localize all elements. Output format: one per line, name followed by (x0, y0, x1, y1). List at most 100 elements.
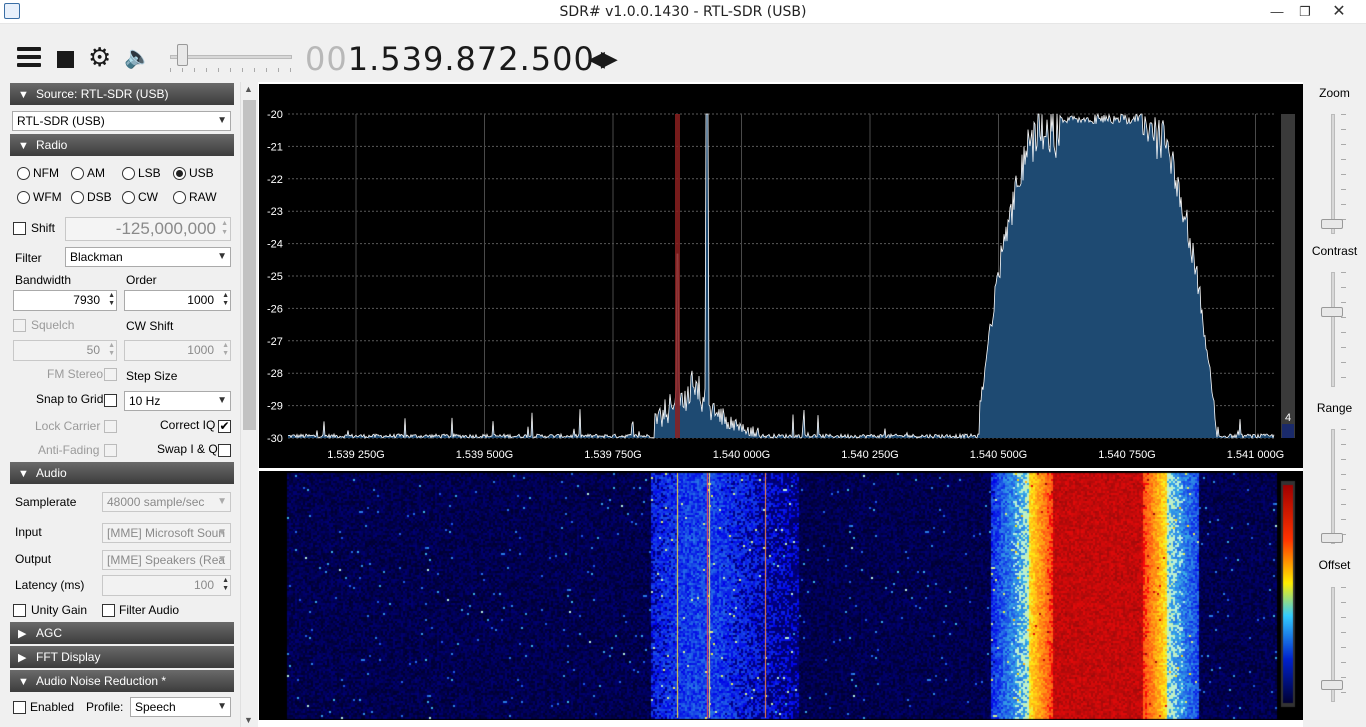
y-tick-label: -30 (267, 433, 283, 445)
samplerate-label: Samplerate (15, 495, 77, 509)
display-controls: Zoom Contrast Range Offset (1303, 82, 1366, 727)
menu-icon[interactable] (17, 47, 41, 71)
latency-input[interactable]: 100 ▲ ▼ (102, 575, 231, 596)
y-tick-label: -27 (267, 336, 283, 348)
x-tick-label: 1.540 000G (713, 449, 771, 461)
range-slider-thumb[interactable] (1321, 533, 1343, 543)
minimize-button[interactable]: — (1262, 2, 1292, 22)
speaker-icon[interactable]: 🔈 (124, 46, 151, 70)
x-tick-label: 1.539 750G (584, 449, 642, 461)
stop-icon[interactable] (57, 51, 74, 68)
toolbar: ⚙ 🔈 001.539.872.500 ◀▶ (0, 24, 1366, 82)
x-tick-label: 1.540 750G (1098, 449, 1156, 461)
contrast-slider-ticks (1341, 272, 1346, 387)
correctiq-checkbox[interactable]: ✔ (218, 420, 231, 433)
collapse-icon: ▼ (18, 676, 29, 688)
contrast-slider-thumb[interactable] (1321, 307, 1343, 317)
order-input[interactable]: 1000 ▲ ▼ (124, 290, 231, 311)
mode-label-am: AM (87, 166, 105, 180)
snap-label: Snap to Grid (36, 392, 104, 406)
x-tick-label: 1.539 500G (456, 449, 514, 461)
noise-enabled-label: Enabled (30, 700, 75, 714)
collapse-icon: ▼ (18, 140, 29, 152)
mode-radio-dsb[interactable] (71, 191, 84, 204)
panel-scrollbar[interactable]: ▲ ▼ (240, 82, 257, 727)
lockcarrier-checkbox[interactable] (104, 420, 117, 433)
scroll-down-icon[interactable]: ▼ (244, 715, 253, 725)
noise-enabled-checkbox[interactable] (13, 701, 26, 714)
shift-label: Shift (31, 221, 56, 235)
x-tick-label: 1.540 250G (841, 449, 899, 461)
output-device-select[interactable]: [MME] Speakers (Rea ▼ (102, 550, 231, 570)
frequency-prefix[interactable]: 00 (305, 40, 348, 78)
y-tick-label: -24 (267, 239, 283, 251)
mode-label-lsb: LSB (138, 166, 161, 180)
shift-checkbox[interactable] (13, 222, 26, 235)
radio-header[interactable]: ▼ Radio (10, 134, 234, 156)
range-slider-track[interactable] (1331, 429, 1335, 544)
waterfall-canvas[interactable] (259, 471, 1303, 720)
y-tick-label: -28 (267, 368, 283, 380)
unity-gain-label: Unity Gain (31, 603, 88, 617)
stepsize-label: Step Size (126, 369, 178, 383)
maximize-button[interactable]: ❐ (1290, 2, 1320, 22)
swapiq-label: Swap I & Q (157, 442, 218, 456)
frequency-arrows-icon[interactable]: ◀▶ (588, 46, 618, 72)
cwshift-input[interactable]: 1000 ▲ ▼ (124, 340, 231, 361)
lockcarrier-label: Lock Carrier (35, 419, 101, 433)
volume-slider-track[interactable] (170, 55, 292, 59)
collapse-icon: ▼ (18, 89, 29, 101)
samplerate-select[interactable]: 48000 sample/sec ▼ (102, 492, 231, 512)
bandwidth-input[interactable]: 7930 ▲ ▼ (13, 290, 117, 311)
mode-label-dsb: DSB (87, 190, 112, 204)
filter-audio-checkbox[interactable] (102, 604, 115, 617)
close-button[interactable]: ✕ (1324, 2, 1354, 22)
gear-icon[interactable]: ⚙ (88, 45, 111, 71)
noise-reduction-header[interactable]: ▼ Audio Noise Reduction * (10, 670, 234, 692)
snap-checkbox[interactable] (104, 394, 117, 407)
control-panel: ▼ Source: RTL-SDR (USB) RTL-SDR (USB) ▼ ▼ R… (0, 82, 258, 727)
source-header[interactable]: ▼ Source: RTL-SDR (USB) (10, 83, 234, 105)
audio-header[interactable]: ▼ Audio (10, 462, 234, 484)
expand-icon: ▶ (18, 628, 27, 640)
spectrum-plot[interactable]: -20 -21 -22 -23 -24 -25 -26 -27 -28 -29 -30 1.539 2… (259, 84, 1303, 468)
mode-label-wfm: WFM (33, 190, 62, 204)
fft-display-header[interactable]: ▶ FFT Display (10, 646, 234, 668)
zoom-slider-thumb[interactable] (1321, 219, 1343, 229)
swapiq-checkbox[interactable] (218, 444, 231, 457)
volume-slider-thumb[interactable] (177, 44, 188, 66)
frequency-value[interactable]: 1.539.872.500 (348, 40, 595, 78)
y-tick-label: -29 (267, 401, 283, 413)
unity-gain-checkbox[interactable] (13, 604, 26, 617)
mode-radio-am[interactable] (71, 167, 84, 180)
mode-radio-nfm[interactable] (17, 167, 30, 180)
mode-label-usb: USB (189, 166, 214, 180)
source-device-select[interactable]: RTL-SDR (USB) ▼ (12, 111, 231, 131)
input-device-select[interactable]: [MME] Microsoft Soun ▼ (102, 523, 231, 543)
agc-header[interactable]: ▶ AGC (10, 622, 234, 644)
output-label: Output (15, 552, 52, 566)
shift-value[interactable]: -125,000,000 ▲ ▼ (65, 217, 231, 241)
fmstereo-checkbox[interactable] (104, 368, 117, 381)
squelch-input[interactable]: 50 ▲ ▼ (13, 340, 117, 361)
mode-radio-cw[interactable] (122, 191, 135, 204)
x-tick-label: 1.541 000G (1227, 449, 1285, 461)
scroll-thumb[interactable] (243, 100, 256, 430)
scroll-up-icon[interactable]: ▲ (244, 84, 253, 94)
filter-select[interactable]: Blackman ▼ (65, 247, 231, 267)
mode-radio-raw[interactable] (173, 191, 186, 204)
offset-slider-thumb[interactable] (1321, 680, 1343, 690)
squelch-checkbox[interactable] (13, 319, 26, 332)
mode-radio-lsb[interactable] (122, 167, 135, 180)
frequency-display[interactable]: 001.539.872.500 (305, 40, 595, 78)
waterfall-display[interactable] (259, 471, 1303, 720)
antifading-checkbox[interactable] (104, 444, 117, 457)
mode-radio-usb[interactable] (173, 167, 186, 180)
scale-bar-fill (1282, 424, 1294, 438)
spectrum-analyzer[interactable]: -20 -21 -22 -23 -24 -25 -26 -27 -28 -29 -30 1.539 2… (259, 84, 1303, 468)
mode-radio-wfm[interactable] (17, 191, 30, 204)
zoom-slider-track[interactable] (1331, 114, 1335, 234)
profile-select[interactable]: Speech ▼ (130, 697, 231, 717)
stepsize-select[interactable]: 10 Hz ▼ (124, 391, 231, 411)
contrast-slider-track[interactable] (1331, 272, 1335, 387)
